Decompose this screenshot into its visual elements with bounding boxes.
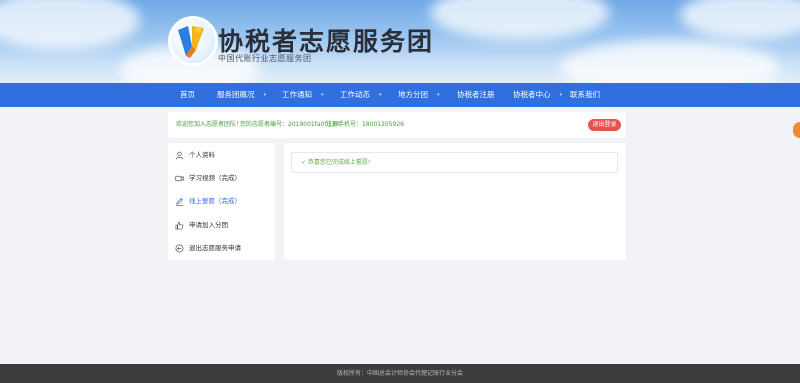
sidebar-item-label: 申请加入分团: [189, 221, 228, 229]
sidebar-item-join-branch[interactable]: 申请加入分团: [168, 215, 275, 235]
user-icon: [175, 151, 184, 160]
site-logo[interactable]: [168, 16, 218, 66]
volunteer-id: 您的志愿者编号：2019001fa00110: [240, 121, 340, 128]
nav-label: 首页: [180, 90, 195, 99]
sidebar-item-profile[interactable]: 个人资料: [168, 145, 275, 165]
sidebar-item-label: 学习视频（完成）: [189, 174, 241, 182]
sidebar-item-videos[interactable]: 学习视频（完成）: [168, 168, 275, 188]
chevron-down-icon: ▾: [379, 92, 382, 98]
nav-item-contact[interactable]: 联系我们: [570, 83, 600, 107]
footer: 版权所有：中国总会计师协会代理记账行业分会: [0, 364, 800, 383]
chevron-down-icon: ▾: [263, 92, 267, 98]
cloud: [560, 40, 780, 83]
sidebar-item-oath[interactable]: 线上誓愿（完成）: [168, 191, 275, 211]
nav-label: 地方分团: [398, 90, 428, 99]
nav-label: 服务团概况: [217, 90, 255, 99]
sidebar-item-quit[interactable]: 退出志愿服务申请: [168, 238, 275, 258]
nav-label: 协税者中心: [513, 90, 551, 99]
sidebar-item-label: 个人资料: [189, 151, 215, 159]
success-notice: ✓ 恭喜您已完成线上誓愿!: [291, 152, 618, 173]
user-info-bar: 欢迎您加入志愿者团队！ 您的志愿者编号：2019001fa00110 注册手机号…: [168, 112, 626, 138]
nav-label: 工作通知: [282, 90, 312, 99]
site-subtitle: 中国代账行业志愿服务团: [218, 54, 312, 63]
logo-emblem-icon: [178, 26, 204, 58]
main-content: ✓ 恭喜您已完成线上誓愿!: [284, 143, 626, 260]
nav-item-news[interactable]: 工作动态 ▾: [340, 83, 382, 107]
chevron-down-icon: ▾: [559, 92, 563, 98]
sidebar-item-label: 线上誓愿（完成）: [189, 197, 241, 205]
nav-item-branches[interactable]: 地方分团 ▾: [398, 83, 440, 107]
member-sidebar: 个人资料 学习视频（完成） 线上誓愿（完成） 申请加入分团 退出志愿服务申请: [168, 143, 275, 260]
cloud: [430, 0, 610, 40]
nav-item-home[interactable]: 首页: [180, 83, 195, 107]
hand-icon: [175, 221, 184, 230]
floating-side-tab[interactable]: [793, 122, 800, 138]
exit-icon: [175, 244, 184, 253]
nav-label: 联系我们: [570, 90, 600, 99]
video-icon: [175, 175, 184, 182]
nav-label: 协税者注册: [457, 90, 495, 99]
nav-item-member-center[interactable]: 协税者中心 ▾: [513, 83, 562, 107]
cloud: [680, 0, 800, 40]
header-banner: 协税者志愿服务团 中国代账行业志愿服务团: [0, 0, 800, 83]
nav-item-overview[interactable]: 服务团概况 ▾: [217, 83, 266, 107]
sidebar-item-label: 退出志愿服务申请: [189, 244, 241, 252]
main-nav: 首页 服务团概况 ▾ 工作通知 ▾ 工作动态 ▾ 地方分团 ▾ 协税者注册 协税者中心 ▾…: [0, 83, 800, 107]
nav-label: 工作动态: [340, 90, 370, 99]
success-message: ✓ 恭喜您已完成线上誓愿!: [301, 159, 371, 166]
registered-phone: 注册手机号：18001205926: [326, 121, 404, 128]
chevron-down-icon: ▾: [321, 92, 324, 98]
cloud: [0, 0, 140, 50]
nav-item-register[interactable]: 协税者注册: [457, 83, 495, 107]
chevron-down-icon: ▾: [437, 92, 440, 98]
nav-item-notices[interactable]: 工作通知 ▾: [282, 83, 324, 107]
copyright-text: 版权所有：中国总会计师协会代理记账行业分会: [336, 370, 463, 377]
logout-button[interactable]: 退出登录: [588, 119, 621, 131]
pen-icon: [175, 197, 184, 206]
welcome-text: 欢迎您加入志愿者团队！: [176, 121, 243, 128]
